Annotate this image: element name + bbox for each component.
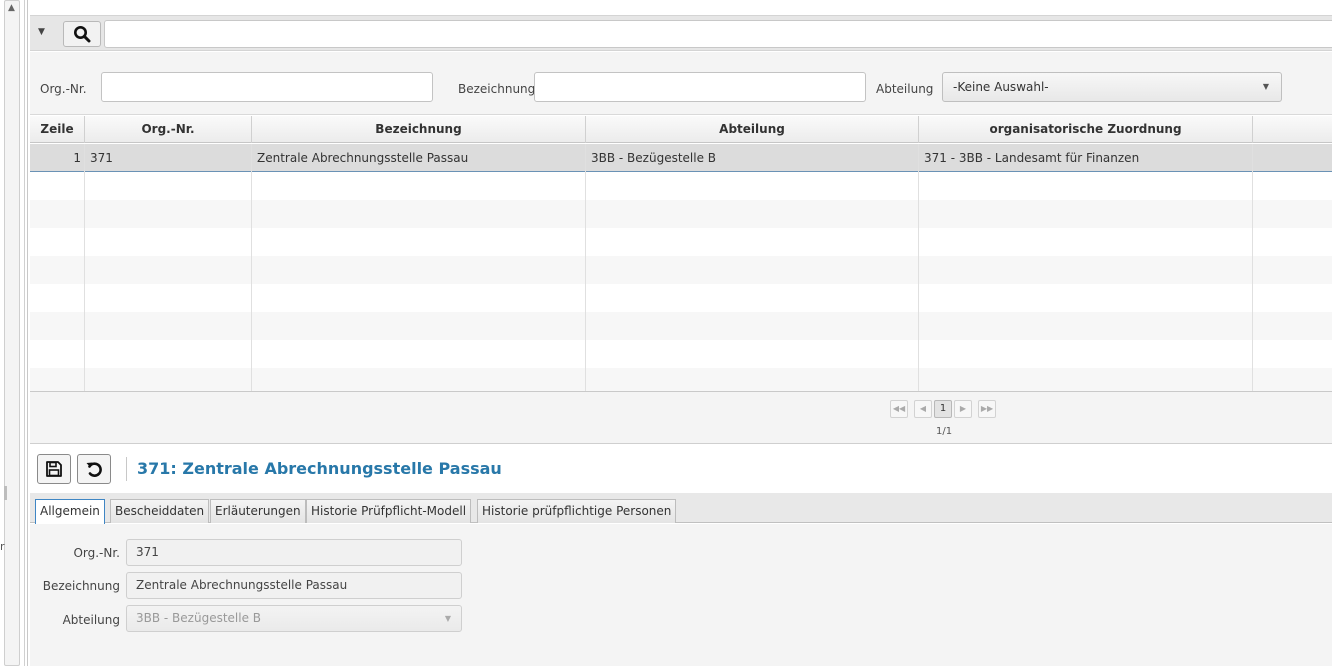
table-row-empty xyxy=(30,340,1332,368)
chevron-down-icon: ▼ xyxy=(444,614,451,623)
abteilung-label: Abteilung xyxy=(62,613,120,627)
cell-org-nr: 371 xyxy=(85,144,252,172)
org-nr-label: Org.-Nr. xyxy=(73,546,120,560)
main-panel: ▼ Org.-Nr. Bezeichnung Abteilung -Keine … xyxy=(30,0,1332,666)
filter-row: Org.-Nr. Bezeichnung Abteilung -Keine Au… xyxy=(30,52,1332,115)
abteilung-filter-value: -Keine Auswahl- xyxy=(953,80,1049,94)
chevron-down-icon: ▼ xyxy=(1262,82,1269,91)
pagination: ◀◀ ◀ 1 ▶ ▶▶ 1/1 xyxy=(30,392,1332,444)
tab-bescheiddaten[interactable]: Bescheiddaten xyxy=(110,499,210,523)
table-row-empty xyxy=(30,312,1332,340)
org-nr-filter-label: Org.-Nr. xyxy=(40,82,87,96)
prev-page-button[interactable]: ◀ xyxy=(914,400,932,418)
table-row-empty xyxy=(30,256,1332,284)
search-input[interactable] xyxy=(104,20,1332,48)
divider xyxy=(27,0,28,666)
detail-title: 371: Zentrale Abrechnungsstelle Passau xyxy=(137,459,502,478)
table-row-empty xyxy=(30,228,1332,256)
abteilung-filter-select[interactable]: -Keine Auswahl- ▼ xyxy=(942,72,1282,102)
scroll-up-icon[interactable]: ▲ xyxy=(8,3,15,13)
abteilung-filter-label: Abteilung xyxy=(876,82,934,96)
detail-form: Org.-Nr. 371 Bezeichnung Zentrale Abrech… xyxy=(30,524,1332,666)
bezeichnung-field[interactable]: Zentrale Abrechnungsstelle Passau xyxy=(126,572,462,599)
cell-bezeichnung: Zentrale Abrechnungsstelle Passau xyxy=(252,144,586,172)
page-info: 1/1 xyxy=(936,426,953,437)
search-button[interactable] xyxy=(63,21,101,47)
undo-icon xyxy=(86,462,102,477)
detail-toolbar: 371: Zentrale Abrechnungsstelle Passau xyxy=(30,445,1332,493)
first-page-button[interactable]: ◀◀ xyxy=(890,400,908,418)
tab-allgemein[interactable]: Allgemein xyxy=(35,499,105,524)
next-page-button[interactable]: ▶ xyxy=(954,400,972,418)
org-nr-filter-input[interactable] xyxy=(101,72,433,102)
cell-zuordnung: 371 - 3BB - Landesamt für Finanzen xyxy=(919,144,1253,172)
abteilung-select-value: 3BB - Bezügestelle B xyxy=(136,611,262,625)
divider xyxy=(24,0,25,666)
save-button[interactable] xyxy=(37,454,71,484)
cell-abteilung: 3BB - Bezügestelle B xyxy=(586,144,919,172)
cell-zeile: 1 xyxy=(30,144,85,172)
last-page-button[interactable]: ▶▶ xyxy=(978,400,996,418)
detail-tabbar: Allgemein Bescheiddaten Erläuterungen Hi… xyxy=(30,493,1332,524)
reset-button[interactable] xyxy=(77,454,111,484)
cell-filler xyxy=(1253,144,1332,172)
save-icon xyxy=(46,461,62,477)
table-row-empty xyxy=(30,200,1332,228)
column-header-bezeichnung[interactable]: Bezeichnung xyxy=(252,116,586,143)
bezeichnung-label: Bezeichnung xyxy=(42,579,120,593)
toolbar-separator xyxy=(126,457,127,481)
tab-erlaeuterungen[interactable]: Erläuterungen xyxy=(210,499,306,523)
vertical-scrollbar[interactable]: ▲ xyxy=(4,0,20,666)
expand-filter-icon[interactable]: ▼ xyxy=(38,27,45,37)
column-header-filler xyxy=(1253,116,1332,143)
left-gutter: ▲ r xyxy=(0,0,30,666)
table-row[interactable]: 1 371 Zentrale Abrechnungsstelle Passau … xyxy=(30,144,1332,172)
org-nr-field[interactable]: 371 xyxy=(126,539,462,566)
bezeichnung-filter-input[interactable] xyxy=(534,72,866,102)
column-header-abteilung[interactable]: Abteilung xyxy=(586,116,919,143)
results-table: Zeile Org.-Nr. Bezeichnung Abteilung org… xyxy=(30,116,1332,392)
table-row-empty xyxy=(30,368,1332,391)
page-1-button[interactable]: 1 xyxy=(934,400,952,418)
tab-historie-pruefpflichtige-personen[interactable]: Historie prüfpflichtige Personen xyxy=(477,499,677,523)
column-header-org-nr[interactable]: Org.-Nr. xyxy=(85,116,252,143)
column-header-zuordnung[interactable]: organisatorische Zuordnung xyxy=(919,116,1253,143)
search-icon xyxy=(74,26,91,43)
bezeichnung-filter-label: Bezeichnung xyxy=(458,82,536,96)
table-row-empty xyxy=(30,284,1332,312)
search-bar: ▼ xyxy=(30,15,1332,51)
tab-historie-pruefpflicht-modell[interactable]: Historie Prüfpflicht-Modell xyxy=(306,499,472,523)
table-header: Zeile Org.-Nr. Bezeichnung Abteilung org… xyxy=(30,116,1332,143)
splitter-handle[interactable] xyxy=(4,486,7,500)
column-header-zeile[interactable]: Zeile xyxy=(30,116,85,143)
abteilung-select[interactable]: 3BB - Bezügestelle B ▼ xyxy=(126,605,462,632)
gutter-text: r xyxy=(0,540,5,553)
table-row-empty xyxy=(30,172,1332,200)
